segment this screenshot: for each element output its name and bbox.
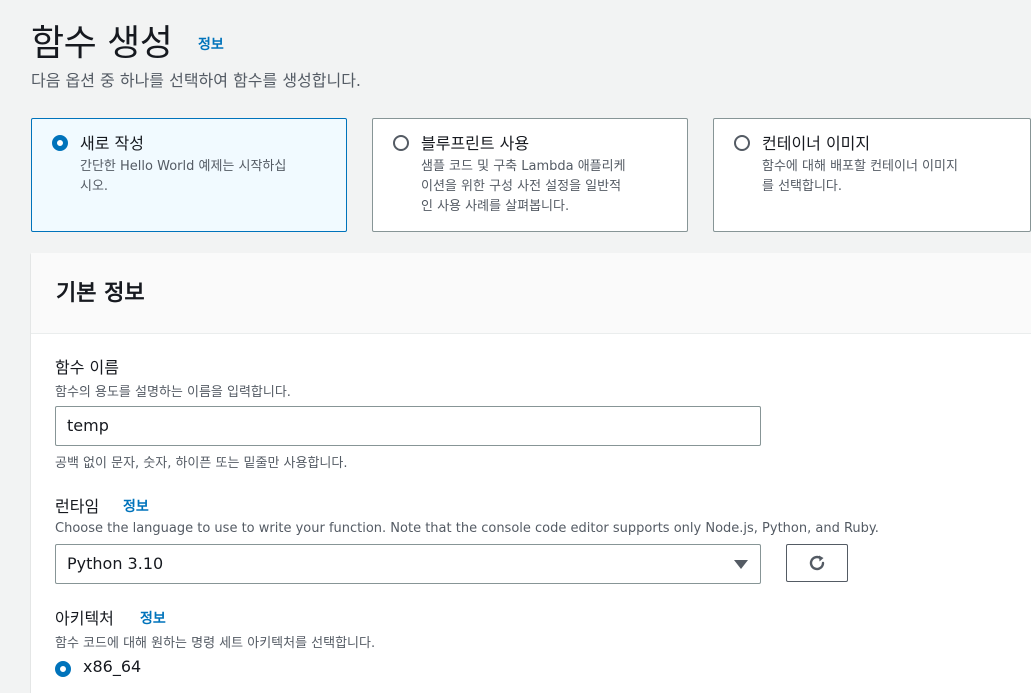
- architecture-label: 아키텍처: [55, 609, 114, 628]
- option-title: 컨테이너 이미지: [762, 134, 871, 153]
- option-description: 간단한 Hello World 예제는 시작하십 시오.: [80, 159, 287, 194]
- refresh-runtime-button[interactable]: [786, 544, 848, 582]
- refresh-icon: [809, 555, 825, 571]
- function-name-constraint: 공백 없이 문자, 숫자, 하이픈 또는 밑줄만 사용합니다.: [55, 456, 348, 471]
- function-name-value: temp: [67, 416, 109, 435]
- radio-use-blueprint[interactable]: [393, 135, 409, 151]
- architecture-description: 함수 코드에 대해 원하는 명령 세트 아키텍처를 선택합니다.: [55, 636, 376, 651]
- option-description: 함수에 대해 배포할 컨테이너 이미지 를 선택합니다.: [762, 159, 958, 194]
- radio-container-image[interactable]: [734, 135, 750, 151]
- runtime-selected-value: Python 3.10: [67, 554, 164, 573]
- caret-down-icon: [734, 560, 748, 569]
- page-title: 함수 생성: [31, 23, 173, 64]
- option-title: 블루프린트 사용: [421, 134, 530, 153]
- function-name-label: 함수 이름: [55, 358, 119, 377]
- radio-author-from-scratch[interactable]: [52, 135, 68, 151]
- option-title: 새로 작성: [80, 134, 144, 153]
- panel-title: 기본 정보: [56, 281, 145, 306]
- title-info-link[interactable]: 정보: [198, 34, 224, 54]
- option-container-image[interactable]: 컨테이너 이미지 함수에 대해 배포할 컨테이너 이미지 를 선택합니다.: [713, 118, 1031, 232]
- architecture-info-link[interactable]: 정보: [140, 608, 166, 628]
- option-use-blueprint[interactable]: 블루프린트 사용 샘플 코드 및 구축 Lambda 애플리케 이션을 위한 구…: [372, 118, 688, 232]
- runtime-info-link[interactable]: 정보: [123, 496, 149, 516]
- basic-info-panel: 기본 정보 함수 이름 함수의 용도를 설명하는 이름을 입력합니다. temp…: [31, 253, 1031, 693]
- runtime-label: 런타임: [55, 497, 100, 516]
- option-description: 샘플 코드 및 구축 Lambda 애플리케 이션을 위한 구성 사전 설정을 …: [421, 159, 626, 214]
- function-name-description: 함수의 용도를 설명하는 이름을 입력합니다.: [55, 385, 291, 400]
- radio-x86-64[interactable]: [55, 661, 71, 677]
- architecture-option-label: x86_64: [83, 657, 142, 676]
- page-description: 다음 옵션 중 하나를 선택하여 함수를 생성합니다.: [31, 71, 362, 90]
- panel-header: 기본 정보: [31, 253, 1031, 334]
- option-author-from-scratch[interactable]: 새로 작성 간단한 Hello World 예제는 시작하십 시오.: [31, 118, 347, 232]
- runtime-select[interactable]: Python 3.10: [55, 544, 761, 584]
- function-name-input[interactable]: temp: [55, 406, 761, 446]
- runtime-description: Choose the language to use to write your…: [55, 521, 879, 536]
